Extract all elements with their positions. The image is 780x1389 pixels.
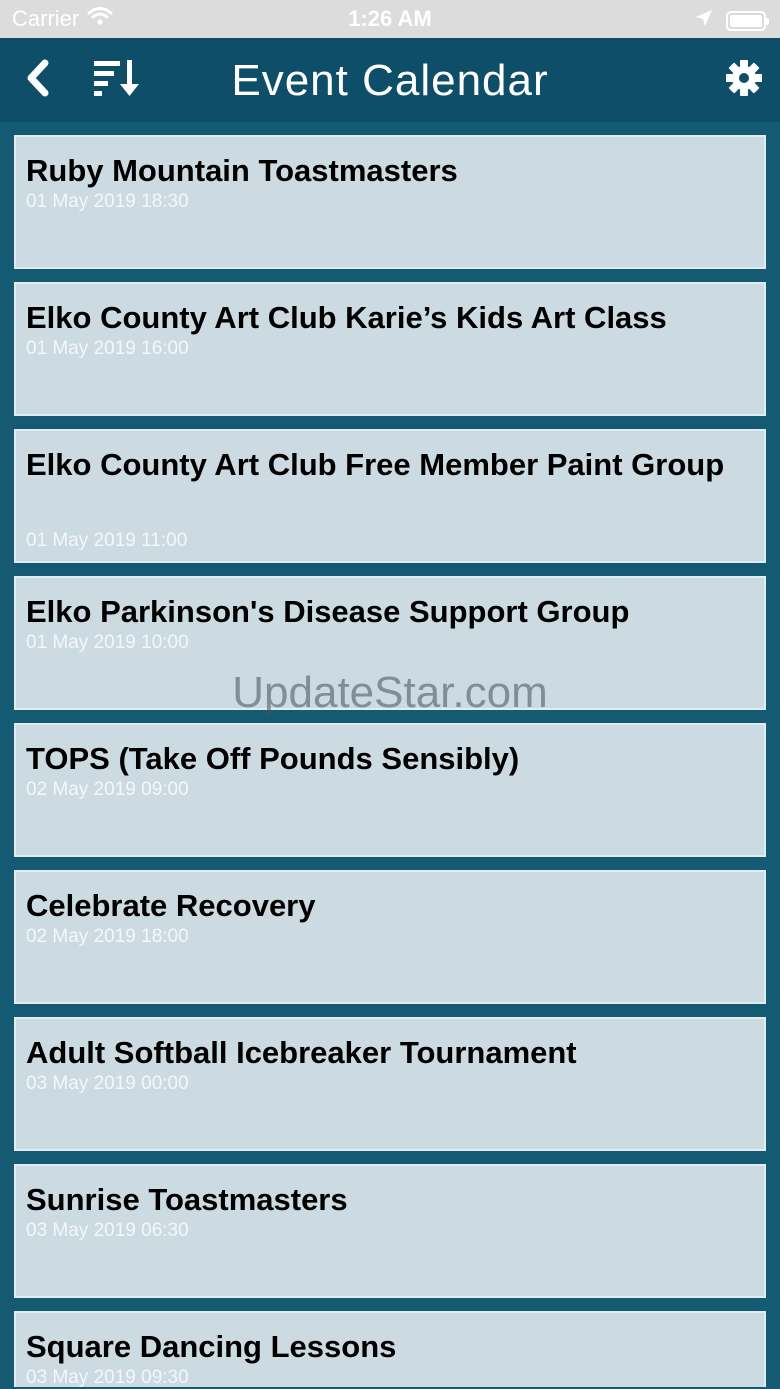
- event-date: 03 May 2019 09:30: [26, 1367, 189, 1388]
- event-item[interactable]: Elko Parkinson's Disease Support Group 0…: [14, 576, 766, 710]
- event-title: Ruby Mountain Toastmasters: [26, 153, 458, 188]
- event-date: 02 May 2019 18:00: [26, 926, 189, 947]
- event-date: 01 May 2019 18:30: [26, 191, 189, 212]
- status-bar: Carrier 1:26 AM: [0, 0, 780, 38]
- event-date: 03 May 2019 00:00: [26, 1073, 189, 1094]
- event-title: Elko County Art Club Free Member Paint G…: [26, 447, 725, 482]
- battery-icon: [726, 10, 769, 31]
- status-time: 1:26 AM: [348, 6, 432, 31]
- event-item[interactable]: Ruby Mountain Toastmasters 01 May 2019 1…: [14, 135, 766, 269]
- nav-bar: Event Calendar: [0, 38, 780, 122]
- event-date: 02 May 2019 09:00: [26, 779, 189, 800]
- event-item[interactable]: Sunrise Toastmasters 03 May 2019 06:30: [14, 1164, 766, 1298]
- event-date: 03 May 2019 06:30: [26, 1220, 189, 1241]
- settings-button[interactable]: [718, 56, 770, 104]
- event-title: Square Dancing Lessons: [26, 1329, 397, 1364]
- event-title: Celebrate Recovery: [26, 888, 316, 923]
- location-arrow-icon: [694, 8, 714, 33]
- event-item[interactable]: TOPS (Take Off Pounds Sensibly) 02 May 2…: [14, 723, 766, 857]
- event-date: 01 May 2019 11:00: [26, 530, 188, 551]
- event-item[interactable]: Elko County Art Club Karie’s Kids Art Cl…: [14, 282, 766, 416]
- event-item[interactable]: Elko County Art Club Free Member Paint G…: [14, 429, 766, 563]
- event-date: 01 May 2019 10:00: [26, 632, 189, 653]
- event-item[interactable]: Celebrate Recovery 02 May 2019 18:00: [14, 870, 766, 1004]
- event-title: Elko County Art Club Karie’s Kids Art Cl…: [26, 300, 667, 335]
- status-right: [694, 8, 769, 33]
- page-title: Event Calendar: [231, 56, 549, 105]
- event-title: TOPS (Take Off Pounds Sensibly): [26, 741, 520, 776]
- gear-icon: [724, 58, 764, 103]
- event-title: Adult Softball Icebreaker Tournament: [26, 1035, 577, 1070]
- event-date: 01 May 2019 16:00: [26, 338, 189, 359]
- event-item[interactable]: Square Dancing Lessons 03 May 2019 09:30: [14, 1311, 766, 1388]
- event-item[interactable]: Adult Softball Icebreaker Tournament 03 …: [14, 1017, 766, 1151]
- event-title: Sunrise Toastmasters: [26, 1182, 348, 1217]
- event-title: Elko Parkinson's Disease Support Group: [26, 594, 630, 629]
